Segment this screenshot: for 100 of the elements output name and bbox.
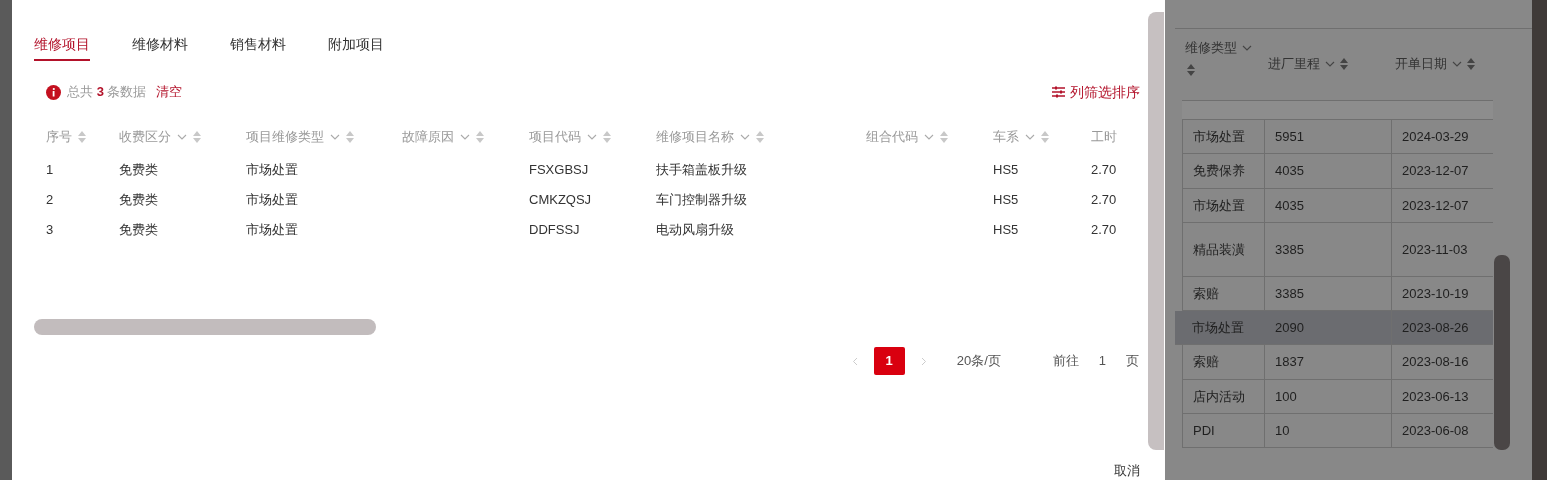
- column-header: 项目维修类型: [246, 128, 324, 147]
- table-cell-text: 2090: [1275, 318, 1304, 337]
- chevron-down-icon[interactable]: [1452, 60, 1462, 67]
- table-cell: HS5: [993, 161, 1019, 177]
- column-header: 项目代码: [529, 128, 581, 147]
- table-cell: 免费类: [119, 191, 158, 207]
- chevron-down-icon[interactable]: [740, 134, 750, 140]
- sort-icon[interactable]: [346, 131, 354, 143]
- table-cell-text: 2023-10-19: [1402, 284, 1469, 303]
- sort-icon[interactable]: [476, 131, 484, 143]
- sort-icon[interactable]: [940, 131, 948, 143]
- chevron-down-icon[interactable]: [587, 134, 597, 140]
- chevron-down-icon[interactable]: [177, 134, 187, 140]
- table-cell-text: 索赔: [1193, 353, 1219, 372]
- table-cell: 车门控制器升级: [656, 191, 747, 207]
- column-header: 组合代码: [866, 128, 918, 147]
- table-cell: 3: [46, 221, 54, 237]
- table-cell-text: 店内活动: [1193, 387, 1245, 406]
- table-row[interactable]: 市场处置 5951 2024-03-29: [1182, 120, 1493, 154]
- table-cell-text: 市场处置: [1193, 196, 1245, 215]
- tab[interactable]: 销售材料: [230, 33, 286, 61]
- table-row[interactable]: PDI 10 2023-06-08: [1182, 414, 1493, 448]
- table-cell: 免费类: [119, 221, 158, 237]
- vertical-scrollbar[interactable]: [1148, 12, 1164, 450]
- table-cell-text: 免费保养: [1193, 162, 1245, 181]
- chevron-down-icon[interactable]: [330, 134, 340, 140]
- table-cell-text: 精品装潢: [1193, 240, 1245, 259]
- chevron-down-icon[interactable]: [1325, 60, 1335, 67]
- table-cell: HS5: [993, 191, 1019, 207]
- sort-icon[interactable]: [1467, 57, 1475, 70]
- table-row[interactable]: 市场处置 4035 2023-12-07: [1182, 189, 1493, 223]
- table-cell-text: 2023-11-03: [1402, 240, 1468, 259]
- table-cell-text: 1837: [1275, 353, 1304, 372]
- column-header: 收费区分: [119, 128, 171, 147]
- chevron-down-icon[interactable]: [1242, 44, 1252, 51]
- table-row[interactable]: 索赔 1837 2023-08-16: [1182, 345, 1493, 380]
- table-cell: 2.70: [1091, 161, 1117, 177]
- chevron-left-icon: [851, 356, 858, 366]
- table-cell-text: 索赔: [1193, 284, 1219, 303]
- table-cell-text: 2023-12-07: [1402, 196, 1469, 215]
- column-header: 工时: [1091, 128, 1117, 147]
- sort-icon[interactable]: [1340, 57, 1348, 70]
- table-cell: DDFSSJ: [529, 221, 580, 237]
- table-cell: 2: [46, 191, 54, 207]
- table-cell-text: 2023-12-07: [1402, 162, 1469, 181]
- column-header: 故障原因: [402, 128, 454, 147]
- table-cell-text: 4035: [1275, 196, 1304, 215]
- page-number-input[interactable]: 1: [1098, 351, 1106, 371]
- chevron-down-icon[interactable]: [924, 134, 934, 140]
- tab[interactable]: 维修材料: [132, 33, 188, 61]
- table-cell: 市场处置: [246, 161, 298, 177]
- page-suffix: 页: [1126, 352, 1139, 371]
- sort-icon[interactable]: [1041, 131, 1049, 143]
- table-cell: 2.70: [1091, 191, 1117, 207]
- table-cell-text: 市场处置: [1192, 318, 1244, 337]
- info-icon: [46, 84, 61, 100]
- tab[interactable]: 维修项目: [34, 33, 90, 61]
- vertical-scrollbar[interactable]: [1494, 255, 1510, 450]
- table-cell-text: 2024-03-29: [1402, 127, 1469, 146]
- sort-icon[interactable]: [193, 131, 201, 143]
- table-cell-text: 2023-08-26: [1402, 318, 1469, 337]
- column-header: 维修类型: [1185, 39, 1237, 57]
- table-row[interactable]: 店内活动 100 2023-06-13: [1182, 380, 1493, 414]
- table-cell: 免费类: [119, 161, 158, 177]
- table-cell: 2.70: [1091, 221, 1117, 237]
- table-row[interactable]: 市场处置 2090 2023-08-26: [1175, 311, 1493, 345]
- table-cell: 1: [46, 161, 54, 177]
- sort-icon[interactable]: [1187, 63, 1195, 76]
- table-cell: HS5: [993, 221, 1019, 237]
- table-cell: 电动风扇升级: [656, 221, 734, 237]
- chevron-down-icon[interactable]: [1025, 134, 1035, 140]
- clear-link[interactable]: 清空: [156, 82, 183, 102]
- table-cell-text: PDI: [1193, 421, 1215, 440]
- table-cell-text: 4035: [1275, 162, 1304, 181]
- table-cell-text: 2023-06-08: [1402, 421, 1469, 440]
- tab[interactable]: 附加项目: [328, 33, 384, 61]
- table-row[interactable]: 免费保养 4035 2023-12-07: [1182, 154, 1493, 189]
- column-header: 车系: [993, 128, 1019, 147]
- table-row[interactable]: 精品装潢 3385 2023-11-03: [1182, 223, 1493, 277]
- sort-icon[interactable]: [756, 131, 764, 143]
- page-button[interactable]: 1: [873, 347, 905, 375]
- page-size-select[interactable]: 20条/页: [956, 351, 1001, 371]
- table-cell-text: 3385: [1275, 284, 1304, 303]
- table-cell-text: 3385: [1275, 240, 1304, 259]
- column-header: 进厂里程: [1268, 55, 1320, 73]
- table-cell-text: 100: [1275, 387, 1297, 406]
- table-cell: CMKZQSJ: [529, 191, 592, 207]
- chevron-down-icon[interactable]: [460, 134, 470, 140]
- column-settings-button[interactable]: 列筛选排序: [1052, 81, 1140, 103]
- cancel-button[interactable]: 取消: [1114, 464, 1140, 478]
- table-cell: 市场处置: [246, 191, 298, 207]
- column-header: 维修项目名称: [656, 128, 734, 147]
- table-cell-text: 5951: [1275, 127, 1304, 146]
- goto-label: 前往: [1052, 352, 1079, 371]
- table-cell-text: 2023-06-13: [1402, 387, 1469, 406]
- sort-icon[interactable]: [603, 131, 611, 143]
- horizontal-scrollbar[interactable]: [34, 319, 376, 335]
- column-header: 开单日期: [1395, 55, 1447, 73]
- sort-icon[interactable]: [78, 131, 86, 143]
- table-cell: 市场处置: [246, 221, 298, 237]
